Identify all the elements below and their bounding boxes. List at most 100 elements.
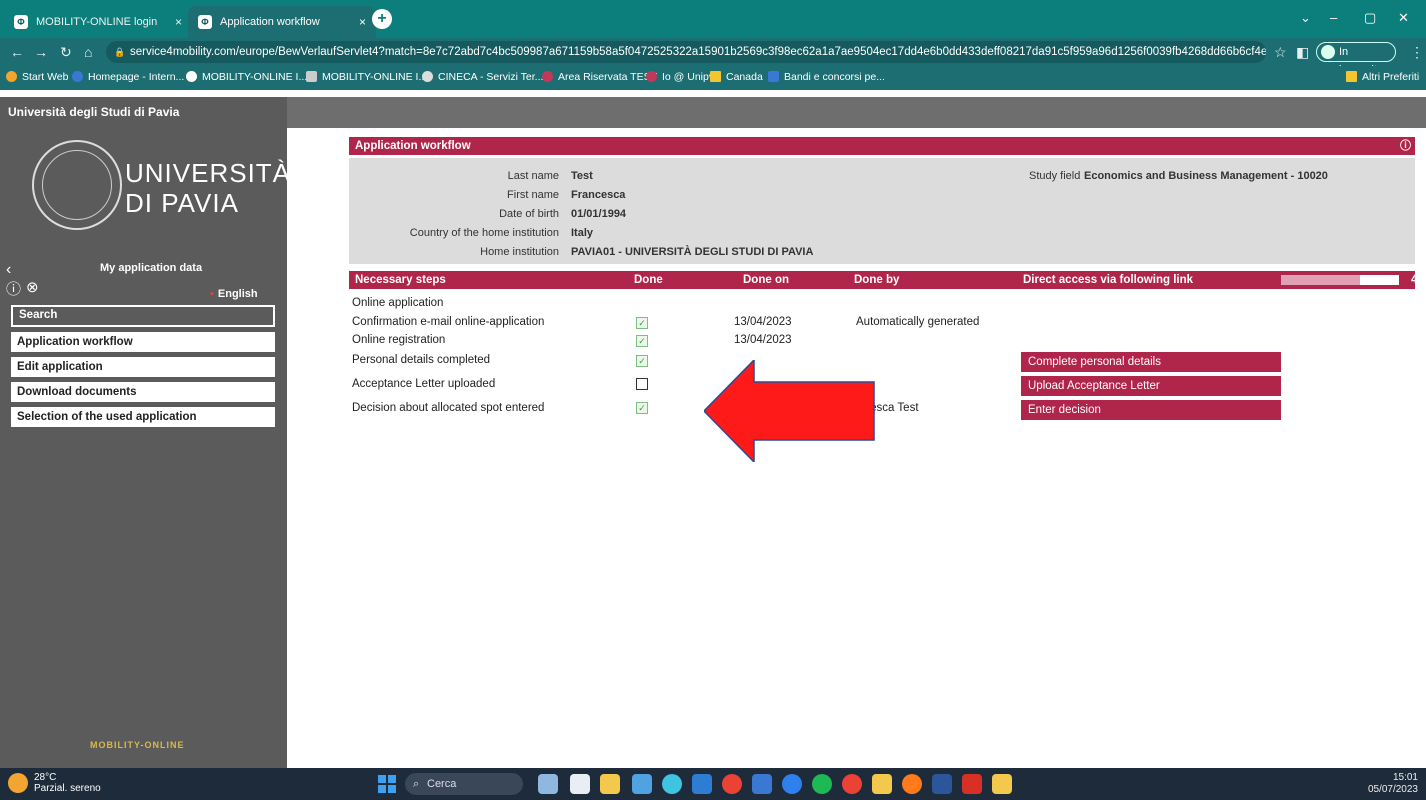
file-explorer-icon[interactable]: [600, 774, 620, 794]
upload-acceptance-letter-button[interactable]: Upload Acceptance Letter: [1021, 376, 1281, 396]
menu-icon[interactable]: ⋮: [1410, 44, 1424, 61]
bookmark-item[interactable]: MOBILITY-ONLINE I...: [306, 71, 427, 83]
windows-start-icon[interactable]: [378, 775, 396, 793]
step-label: Decision about allocated spot entered: [352, 402, 545, 414]
done-checkbox[interactable]: ✓: [636, 335, 648, 347]
university-seal-logo: [32, 140, 122, 230]
bookmark-item[interactable]: Io @ Unipv: [646, 71, 714, 83]
app-icon[interactable]: [872, 774, 892, 794]
restore-icon[interactable]: ▢: [1364, 10, 1376, 26]
minimize-icon[interactable]: –: [1330, 10, 1337, 25]
incognito-badge[interactable]: In incognito: [1316, 42, 1396, 76]
enter-decision-button[interactable]: Enter decision: [1021, 400, 1281, 420]
url-text: service4mobility.com/europe/BewVerlaufSe…: [130, 46, 1266, 58]
reload-icon[interactable]: ↻: [60, 44, 72, 61]
logo-text-line1: UNIVERSITÀ: [125, 158, 292, 188]
bookmark-item[interactable]: Area Riservata TEST: [542, 71, 657, 83]
firefox-icon[interactable]: [902, 774, 922, 794]
other-bookmarks[interactable]: Altri Preferiti: [1346, 71, 1419, 83]
nav-application-workflow[interactable]: Application workflow: [11, 332, 275, 352]
col-done: Done: [634, 274, 663, 286]
bookmark-icon: [72, 71, 83, 82]
acrobat-icon[interactable]: [962, 774, 982, 794]
done-checkbox[interactable]: ✓: [636, 317, 648, 329]
weather-icon[interactable]: [8, 773, 28, 793]
first-name-value: Francesca: [571, 189, 626, 201]
complete-personal-details-button[interactable]: Complete personal details: [1021, 352, 1281, 372]
star-icon[interactable]: ☆: [1274, 44, 1287, 61]
url-input[interactable]: 🔒 service4mobility.com/europe/BewVerlauf…: [106, 41, 1266, 63]
close-window-icon[interactable]: ✕: [1398, 10, 1409, 26]
task-view-icon[interactable]: [570, 774, 590, 794]
store-icon[interactable]: [692, 774, 712, 794]
nav-selection-used-application[interactable]: Selection of the used application: [11, 407, 275, 427]
bookmark-icon: [422, 71, 433, 82]
nav-download-documents[interactable]: Download documents: [11, 382, 275, 402]
address-bar-row: ← → ↻ ⌂ 🔒 service4mobility.com/europe/Be…: [0, 38, 1426, 76]
bookmark-item[interactable]: Start Web: [6, 71, 69, 83]
help-icon[interactable]: ⓘ: [6, 278, 21, 299]
widgets-icon[interactable]: [538, 774, 558, 794]
tab-mobility-login[interactable]: Φ MOBILITY-ONLINE login ×: [4, 6, 192, 38]
col-done-by: Done by: [854, 274, 900, 286]
chrome-icon[interactable]: [842, 774, 862, 794]
forward-arrow-icon[interactable]: →: [34, 44, 48, 60]
bookmark-icon: [186, 71, 197, 82]
mobility-online-logo: MOBILITY-ONLINE: [90, 740, 185, 750]
app-icon[interactable]: [782, 774, 802, 794]
last-name-value: Test: [571, 170, 593, 182]
sidepanel-icon[interactable]: ◧: [1296, 44, 1309, 61]
study-field-value: Economics and Business Management - 1002…: [1084, 170, 1328, 182]
bookmarks-bar: Start Web Homepage - Intern... MOBILITY-…: [0, 66, 1426, 90]
temperature: 28°C: [34, 772, 57, 783]
word-icon[interactable]: [932, 774, 952, 794]
flag-icon: ▪: [210, 288, 214, 300]
chevron-left-icon[interactable]: ‹: [6, 261, 11, 279]
folder-icon: [710, 71, 721, 82]
progress-bar: [1281, 275, 1399, 285]
university-name: Università degli Studi di Pavia: [8, 105, 180, 119]
close-circle-icon[interactable]: ⊗: [26, 278, 39, 296]
logo-text-line2: DI PAVIA: [125, 188, 239, 218]
tab-application-workflow[interactable]: Φ Application workflow ×: [188, 6, 376, 38]
lock-icon: 🔒: [114, 47, 126, 57]
done-checkbox[interactable]: ✓: [636, 402, 648, 414]
nav-edit-application[interactable]: Edit application: [11, 357, 275, 377]
seal-inner-ring: [42, 150, 112, 220]
taskbar-search[interactable]: ⌕ Cerca: [405, 773, 523, 795]
edge-icon[interactable]: [662, 774, 682, 794]
new-tab-button[interactable]: +: [372, 9, 392, 29]
bookmark-item[interactable]: CINECA - Servizi Ter...: [422, 71, 543, 83]
calendar-icon[interactable]: [752, 774, 772, 794]
help-icon[interactable]: ⓘ: [1400, 137, 1411, 155]
chrome-icon[interactable]: [722, 774, 742, 794]
my-application-heading: My application data: [100, 262, 203, 274]
nav-search[interactable]: Search: [11, 305, 275, 327]
home-icon[interactable]: ⌂: [84, 44, 92, 60]
done-on-date: 13/04/2023: [734, 334, 792, 346]
col-done-on: Done on: [743, 274, 789, 286]
bookmark-item[interactable]: Canada: [710, 71, 763, 83]
bookmark-item[interactable]: Homepage - Intern...: [72, 71, 184, 83]
chevron-down-icon[interactable]: ⌄: [1300, 10, 1311, 26]
tab-label: Application workflow: [220, 16, 320, 28]
close-icon[interactable]: ×: [175, 15, 182, 29]
mail-icon[interactable]: [632, 774, 652, 794]
system-clock[interactable]: 15:01 05/07/2023: [1368, 772, 1418, 796]
lock-app-icon[interactable]: [992, 774, 1012, 794]
workflow-header: Application workflow ⓘ: [349, 137, 1415, 155]
workflow-title: Application workflow: [355, 140, 471, 152]
sidebar: UNIVERSITÀ DI PAVIA ‹ My application dat…: [0, 128, 290, 768]
back-arrow-icon[interactable]: ←: [10, 44, 24, 60]
done-checkbox[interactable]: [636, 378, 648, 390]
language-selector[interactable]: ▪ English: [210, 288, 258, 300]
close-icon[interactable]: ×: [359, 15, 366, 29]
weather-widget[interactable]: 28°C Parzial. sereno: [34, 772, 101, 794]
done-checkbox[interactable]: ✓: [636, 355, 648, 367]
mobility-online-icon: Φ: [14, 15, 28, 29]
spotify-icon[interactable]: [812, 774, 832, 794]
page-top-spacer: [0, 90, 1426, 97]
last-name-label: Last name: [507, 170, 559, 182]
bookmark-item[interactable]: Bandi e concorsi pe...: [768, 71, 885, 83]
bookmark-item[interactable]: MOBILITY-ONLINE I...: [186, 71, 307, 83]
